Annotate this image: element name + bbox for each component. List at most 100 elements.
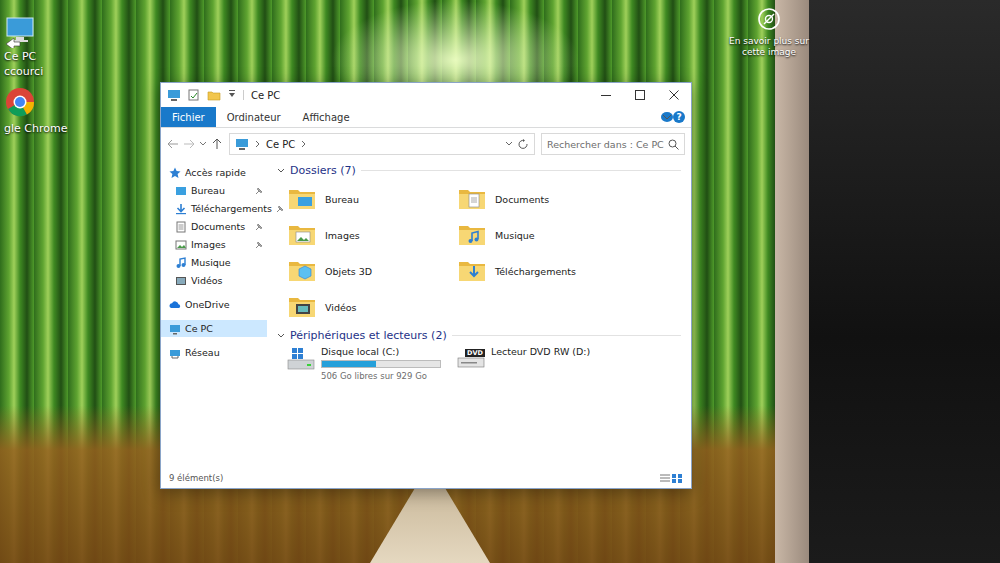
hard-drive-icon xyxy=(287,346,315,370)
folder-label[interactable]: Téléchargements xyxy=(495,266,576,277)
computer-icon xyxy=(235,137,249,151)
sidebar-item-label[interactable]: Vidéos xyxy=(191,275,251,286)
address-bar[interactable]: Ce PC xyxy=(229,133,535,155)
address-path[interactable]: Ce PC xyxy=(266,139,295,150)
folder-label[interactable]: Images xyxy=(325,230,360,241)
folder-label[interactable]: Documents xyxy=(495,194,549,205)
sidebar-item-label[interactable]: OneDrive xyxy=(185,299,251,310)
sidebar-item[interactable]: OneDrive xyxy=(161,296,267,313)
sidebar-folder-icon xyxy=(169,167,181,179)
pin-marker xyxy=(255,241,263,249)
section-title[interactable]: Dossiers (7) xyxy=(290,164,356,177)
file-explorer-window[interactable]: Ce PCFichierOrdinateurAffichage?Ce PCAcc… xyxy=(160,82,692,489)
navigation-pane: Accès rapide Bureau Téléchargements Documen… xyxy=(161,160,267,468)
recent-icon[interactable] xyxy=(199,138,207,150)
folder-label[interactable]: Musique xyxy=(495,230,535,241)
sidebar-item[interactable]: Réseau xyxy=(161,344,267,361)
folder-item[interactable]: Téléchargements xyxy=(457,253,627,289)
drive-name[interactable]: Disque local (C:) xyxy=(321,346,441,357)
sidebar-folder-icon xyxy=(175,185,187,197)
sidebar-folder-icon xyxy=(175,239,187,251)
folder-icon xyxy=(287,293,317,321)
sidebar-item-label[interactable]: Téléchargements xyxy=(191,203,272,214)
sidebar-item[interactable]: Téléchargements xyxy=(161,200,267,217)
spotlight-info[interactable]: En savoir plus sur cette image xyxy=(728,8,810,59)
desktop: Ce PCccourci gle Chrome En savoir plus sur… xyxy=(0,0,1000,563)
ribbon-tab[interactable]: Ordinateur xyxy=(216,107,292,127)
pin-marker xyxy=(276,205,284,213)
sidebar-item[interactable]: Documents xyxy=(161,218,267,235)
drive-item[interactable]: Disque local (C:) 506 Go libres sur 929 G… xyxy=(287,346,457,386)
drive-kind xyxy=(287,346,315,370)
desktop-icon-label: gle Chrome xyxy=(4,122,67,135)
window-controls xyxy=(589,86,691,104)
folder-label[interactable]: Bureau xyxy=(325,194,359,205)
forward-icon[interactable] xyxy=(183,138,195,150)
sidebar-item[interactable]: Bureau xyxy=(161,182,267,199)
folder-label[interactable]: Vidéos xyxy=(325,302,357,313)
help-button[interactable]: ? xyxy=(673,111,685,123)
folder-item[interactable]: Documents xyxy=(457,181,627,217)
chevron-icon xyxy=(254,139,261,149)
sidebar-item[interactable]: Ce PC xyxy=(161,320,267,337)
sidebar-item-label[interactable]: Images xyxy=(191,239,251,250)
monitor-bezel xyxy=(775,0,1000,563)
ribbon-tab[interactable]: Fichier xyxy=(161,107,216,127)
sidebar-item-kind xyxy=(169,347,181,359)
sidebar-folder-icon xyxy=(175,221,187,233)
sidebar-item-label[interactable]: Documents xyxy=(191,221,251,232)
folder-icon xyxy=(287,257,317,285)
search-input[interactable] xyxy=(547,139,668,150)
section-title[interactable]: Périphériques et lecteurs (2) xyxy=(290,329,447,342)
google-chrome-shortcut[interactable]: gle Chrome xyxy=(4,86,67,135)
maximize-button[interactable] xyxy=(623,86,657,104)
drive-item[interactable]: DVD Lecteur DVD RW (D:) xyxy=(457,346,647,386)
folder-item[interactable]: Bureau xyxy=(287,181,457,217)
refresh-icon[interactable] xyxy=(518,139,529,150)
pin-marker xyxy=(255,223,263,231)
spotlight-label[interactable]: En savoir plus sur cette image xyxy=(728,36,810,59)
sidebar-folder-icon xyxy=(169,323,181,335)
sidebar-item[interactable]: Images xyxy=(161,236,267,253)
drives-header[interactable]: Périphériques et lecteurs (2) xyxy=(277,329,681,342)
close-button[interactable] xyxy=(657,86,691,104)
folder-label[interactable]: Objets 3D xyxy=(325,266,372,277)
folder-item[interactable]: Musique xyxy=(457,217,627,253)
sidebar-item-label[interactable]: Ce PC xyxy=(185,323,251,334)
tiles-view-icon[interactable] xyxy=(671,473,683,484)
section-divider xyxy=(361,170,681,171)
search-box[interactable] xyxy=(541,133,685,155)
sidebar-item-label[interactable]: Bureau xyxy=(191,185,251,196)
sidebar-item[interactable]: Accès rapide xyxy=(161,164,267,181)
details-view-icon[interactable] xyxy=(659,473,671,483)
drive-grid: Disque local (C:) 506 Go libres sur 929 G… xyxy=(277,346,681,386)
expand-ribbon-icon[interactable] xyxy=(661,112,673,122)
new-folder-icon[interactable] xyxy=(207,88,221,102)
ribbon-tab[interactable]: Affichage xyxy=(292,107,361,127)
this-pc-shortcut[interactable]: Ce PCccourci xyxy=(4,14,43,78)
dropdown-icon[interactable] xyxy=(505,139,513,149)
pin-icon xyxy=(255,223,263,231)
pin-marker xyxy=(255,301,263,309)
folders-header[interactable]: Dossiers (7) xyxy=(277,164,681,177)
sidebar-folder-icon xyxy=(175,203,187,215)
capacity-reading: 506 Go libres sur 929 Go xyxy=(321,371,441,381)
back-icon[interactable] xyxy=(167,138,179,150)
folder-item[interactable]: Images xyxy=(287,217,457,253)
sidebar-item-label[interactable]: Réseau xyxy=(185,347,251,358)
sidebar-item-label[interactable]: Accès rapide xyxy=(185,167,251,178)
pin-marker xyxy=(255,259,263,267)
sidebar-item-kind xyxy=(175,239,187,251)
sidebar-item[interactable]: Vidéos xyxy=(161,272,267,289)
drive-name[interactable]: Lecteur DVD RW (D:) xyxy=(491,346,590,357)
dvd-badge: DVD xyxy=(465,349,485,357)
folder-item[interactable]: Objets 3D xyxy=(287,253,457,289)
up-icon[interactable] xyxy=(211,138,223,150)
minimize-button[interactable] xyxy=(589,86,623,104)
dropdown-icon[interactable] xyxy=(227,88,237,102)
properties-icon[interactable] xyxy=(187,88,201,102)
address-row: Ce PC xyxy=(161,128,691,160)
sidebar-item-label[interactable]: Musique xyxy=(191,257,251,268)
folder-item[interactable]: Vidéos xyxy=(287,289,457,325)
sidebar-item[interactable]: Musique xyxy=(161,254,267,271)
